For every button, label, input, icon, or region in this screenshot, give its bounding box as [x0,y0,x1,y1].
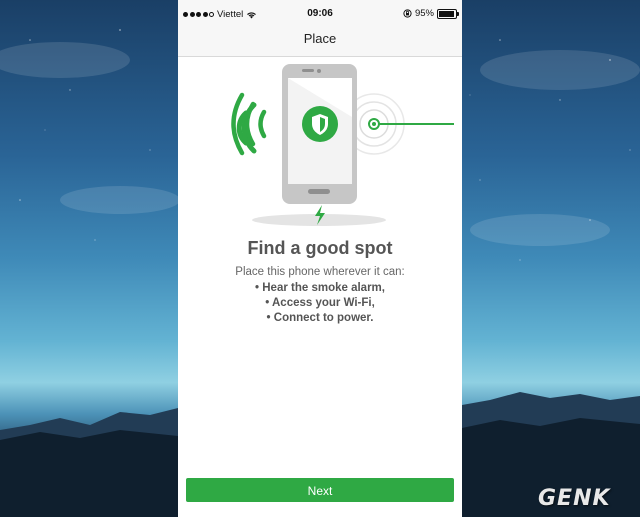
battery-level-fill [439,10,455,17]
instruction-text: Place this phone wherever it can: [235,266,405,278]
page-heading: Find a good spot [247,238,393,258]
placement-illustration [231,64,454,226]
nav-bar: Place [178,28,462,57]
status-bar: Viettel 09:06 95% [178,0,462,28]
next-button[interactable]: Next [186,478,454,502]
smoke-alarm-sound-icon [343,93,454,155]
list-item: Hear the smoke alarm, [178,281,462,296]
phone-screen: Viettel 09:06 95% Place Find a good spot… [178,0,462,517]
requirements-list: Hear the smoke alarm, Access your Wi-Fi,… [178,281,462,326]
battery-percent: 95% [414,8,434,19]
genk-watermark-logo: GENK [538,486,611,511]
rotation-lock-icon [403,9,412,18]
list-item: Access your Wi-Fi, [178,296,462,311]
shield-icon [302,106,338,142]
page-title: Place [303,31,337,46]
status-right: 95% [403,8,459,19]
list-item: Connect to power. [178,311,462,326]
battery-icon [437,8,459,19]
